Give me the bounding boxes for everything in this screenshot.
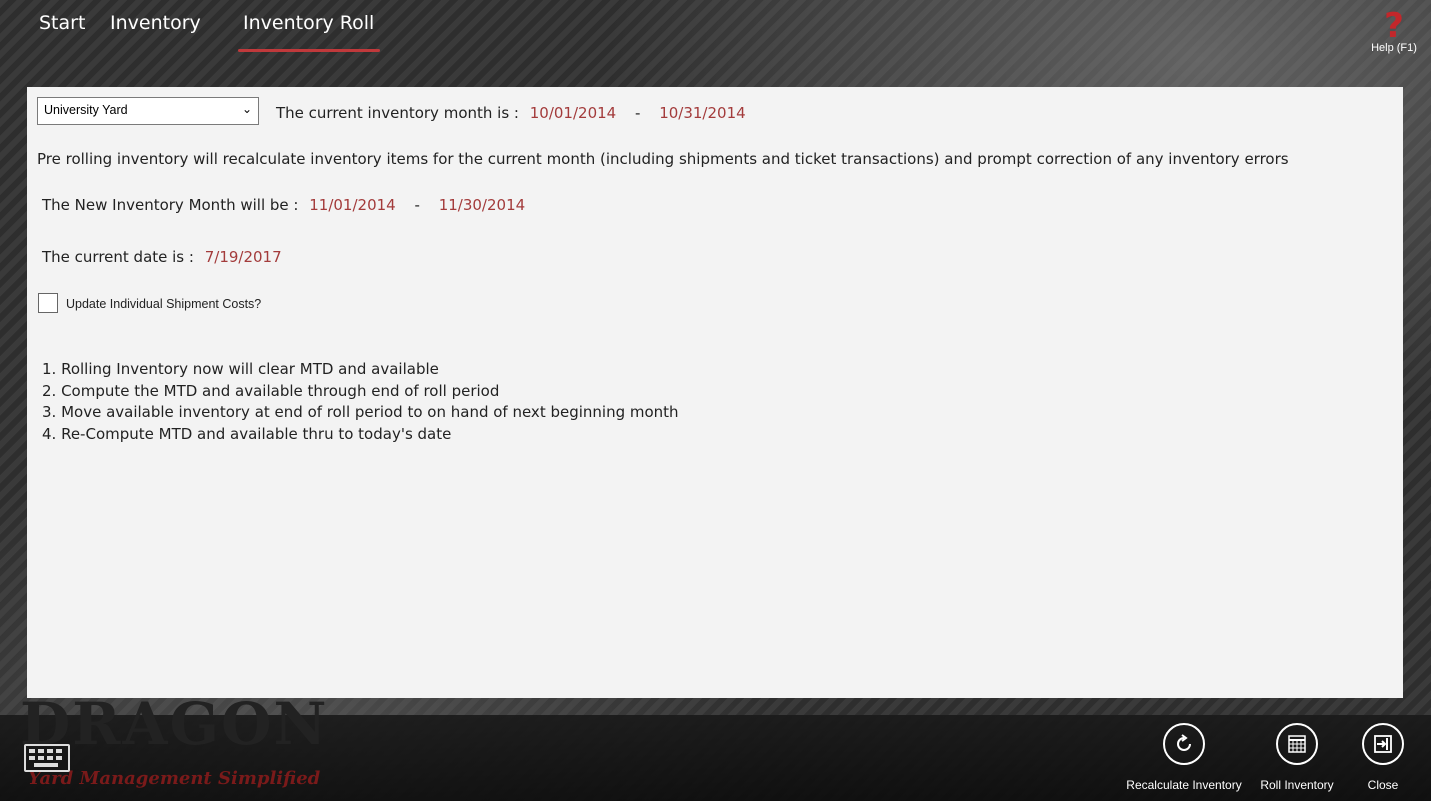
list-item: 4. Re-Compute MTD and available thru to … [42, 424, 452, 443]
update-shipment-costs-checkbox[interactable] [38, 293, 58, 313]
close-button[interactable]: Close [1358, 723, 1408, 792]
current-month-separator: - [635, 104, 641, 122]
refresh-icon [1163, 723, 1205, 765]
roll-inventory-label: Roll Inventory [1260, 778, 1334, 792]
new-month-separator: - [414, 196, 420, 214]
help-button[interactable]: ? Help (F1) [1369, 8, 1419, 54]
current-month-row: The current inventory month is : 10/01/2… [276, 104, 746, 122]
new-month-row: The New Inventory Month will be : 11/01/… [42, 196, 525, 214]
list-item: 1. Rolling Inventory now will clear MTD … [42, 360, 439, 378]
inventory-roll-panel: University Yard ⌄ The current inventory … [27, 87, 1403, 698]
steps-list: 1. Rolling Inventory now will clear MTD … [42, 359, 679, 445]
list-item: 3. Move available inventory at end of ro… [42, 403, 679, 421]
recalculate-inventory-button[interactable]: Recalculate Inventory [1126, 723, 1242, 792]
new-month-start: 11/01/2014 [309, 196, 396, 214]
update-shipment-costs-label: Update Individual Shipment Costs? [66, 297, 262, 311]
tab-inventory-roll[interactable]: Inventory Roll [237, 12, 381, 52]
recalculate-inventory-label: Recalculate Inventory [1126, 778, 1242, 792]
tab-start[interactable]: Start [39, 12, 85, 34]
close-label: Close [1367, 778, 1399, 792]
new-month-end: 11/30/2014 [438, 196, 526, 214]
location-select[interactable]: University Yard ⌄ [37, 97, 259, 125]
keyboard-icon[interactable] [24, 744, 70, 772]
help-label: Help (F1) [1371, 42, 1417, 54]
description-text: Pre rolling inventory will recalculate i… [37, 150, 1289, 168]
roll-inventory-button[interactable]: Roll Inventory [1256, 723, 1338, 792]
current-date-value: 7/19/2017 [204, 248, 282, 266]
top-navigation: Start Inventory Inventory Roll ? Help (F… [0, 0, 1431, 70]
exit-icon [1362, 723, 1404, 765]
current-month-start: 10/01/2014 [529, 104, 617, 122]
current-date-label: The current date is : [42, 248, 194, 266]
tab-inventory[interactable]: Inventory [110, 12, 201, 34]
brand-tagline: Yard Management Simplified [28, 768, 321, 789]
current-month-end: 10/31/2014 [659, 104, 746, 122]
list-item: 2. Compute the MTD and available through… [42, 381, 500, 400]
location-select-value: University Yard [44, 103, 128, 117]
help-icon: ? [1384, 6, 1404, 46]
new-month-label: The New Inventory Month will be : [42, 196, 299, 214]
current-month-label: The current inventory month is : [276, 104, 519, 122]
current-date-row: The current date is : 7/19/2017 [42, 248, 282, 266]
chevron-down-icon: ⌄ [241, 102, 252, 116]
calendar-icon [1276, 723, 1318, 765]
